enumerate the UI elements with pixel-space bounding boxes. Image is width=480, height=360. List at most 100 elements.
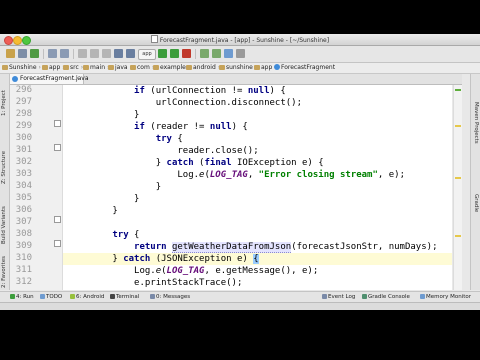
debug-icon[interactable] (170, 49, 179, 58)
breadcrumb-item[interactable]: main› (83, 63, 109, 73)
run-config-select[interactable]: app (138, 49, 156, 60)
line-number: 301 (15, 145, 32, 155)
line-number: 298 (15, 109, 32, 119)
code-line: if (urlConnection != null) { (134, 86, 286, 96)
help-icon[interactable] (236, 49, 245, 58)
structure-tool-tab[interactable]: Z: Structure (1, 151, 7, 184)
event-log-tool-button[interactable]: Event Log (322, 292, 355, 302)
gradle-tool-tab[interactable]: Gradle (473, 194, 479, 212)
folder-icon (254, 64, 260, 70)
code-line: try { (155, 134, 183, 144)
line-number: 299 (15, 121, 32, 131)
folder-icon (108, 64, 114, 70)
code-line: } catch (final IOException e) { (69, 158, 324, 168)
warning-marker[interactable] (455, 125, 461, 127)
folder-icon (130, 64, 136, 70)
line-number: 306 (15, 205, 32, 215)
android-icon (70, 293, 75, 299)
breadcrumb-item[interactable]: ForecastFragment (274, 63, 335, 73)
code-line: try { (112, 230, 140, 240)
breadcrumb-item[interactable]: src › (63, 63, 83, 73)
build-variants-tool-tab[interactable]: Build Variants (1, 206, 7, 244)
editor-tab-strip: ForecastFragment.java × (10, 74, 462, 85)
memory-monitor-icon (420, 293, 425, 299)
run-icon[interactable] (158, 49, 167, 58)
warning-marker[interactable] (455, 177, 461, 179)
save-all-icon[interactable] (18, 49, 27, 58)
toolbar-divider (73, 49, 74, 59)
messages-icon (150, 293, 155, 299)
breadcrumb-item[interactable]: java› (108, 63, 132, 73)
code-line: if (reader != null) { (134, 122, 248, 132)
status-bar (0, 302, 480, 310)
copy-icon[interactable] (90, 49, 99, 58)
cut-icon[interactable] (78, 49, 87, 58)
breadcrumb-item[interactable]: android› (186, 63, 220, 73)
code-line: reader.close(); (69, 146, 259, 156)
undo-icon[interactable] (48, 49, 57, 58)
breadcrumb-item[interactable]: app› (42, 63, 65, 73)
close-tab-icon[interactable]: × (75, 74, 80, 84)
sdk-manager-icon[interactable] (200, 49, 209, 58)
replace-icon[interactable] (126, 49, 135, 58)
line-number: 308 (15, 229, 32, 239)
toolbar-divider (195, 49, 196, 59)
android-monitor-icon[interactable] (224, 49, 233, 58)
favorites-tool-tab[interactable]: 2: Favorites (1, 256, 7, 288)
fold-marker[interactable] (54, 216, 61, 223)
fold-marker[interactable] (54, 240, 61, 247)
stop-icon[interactable] (182, 49, 191, 58)
terminal-tool-button[interactable]: Terminal (110, 292, 139, 302)
breadcrumb-item[interactable]: Sunshine › (2, 63, 41, 73)
folder-icon (186, 64, 192, 70)
todo-tool-button[interactable]: TODO (40, 292, 62, 302)
tool-window-bar: 4: Run TODO 6: Android Terminal 0: Messa… (0, 291, 480, 302)
sync-icon[interactable] (30, 49, 39, 58)
avd-manager-icon[interactable] (212, 49, 221, 58)
breadcrumb-item[interactable]: sunshine› (219, 63, 257, 73)
left-tool-rail: 1: Project Z: Structure Build Variants 2… (0, 74, 10, 290)
line-number: 311 (15, 265, 32, 275)
terminal-icon (110, 293, 115, 299)
folder-icon (153, 64, 159, 70)
project-tool-tab[interactable]: 1: Project (1, 90, 7, 116)
status-ok-icon (455, 89, 461, 91)
find-icon[interactable] (114, 49, 123, 58)
warning-marker[interactable] (455, 235, 461, 237)
folder-icon (83, 64, 89, 70)
fold-marker[interactable] (54, 144, 61, 151)
line-number: 309 (15, 241, 32, 251)
error-stripe-scrollbar[interactable] (453, 85, 462, 290)
line-number: 307 (15, 217, 32, 227)
maven-projects-tool-tab[interactable]: Maven Projects (473, 102, 479, 144)
main-toolbar: app (0, 46, 480, 63)
class-icon (12, 76, 18, 82)
gradle-console-tool-button[interactable]: Gradle Console (362, 292, 410, 302)
gradle-icon (362, 293, 367, 299)
code-line: } (69, 110, 140, 120)
android-tool-button[interactable]: 6: Android (70, 292, 104, 302)
run-tool-button[interactable]: 4: Run (10, 292, 34, 302)
line-number-gutter: 296 297 298 299 300 301 302 303 304 305 … (10, 85, 63, 290)
breadcrumb-item[interactable]: com› (130, 63, 154, 73)
code-editor[interactable]: if (urlConnection != null) { urlConnecti… (63, 85, 452, 290)
code-line: } catch (JSONException e) { (69, 254, 259, 264)
folder-icon (42, 64, 48, 70)
toolbar-divider (43, 49, 44, 59)
code-line: } (69, 182, 162, 192)
messages-tool-button[interactable]: 0: Messages (150, 292, 190, 302)
folder-icon (219, 64, 225, 70)
breadcrumb-item[interactable]: example› (153, 63, 190, 73)
fold-marker[interactable] (54, 120, 61, 127)
folder-icon (63, 64, 69, 70)
line-number: 302 (15, 157, 32, 167)
open-folder-icon[interactable] (6, 49, 15, 58)
line-number: 300 (15, 133, 32, 143)
tab-forecastfragment[interactable]: ForecastFragment.java × (10, 74, 89, 84)
todo-icon (40, 293, 45, 299)
folder-icon (2, 64, 8, 70)
redo-icon[interactable] (60, 49, 69, 58)
document-icon (150, 35, 158, 43)
memory-monitor-tool-button[interactable]: Memory Monitor (420, 292, 471, 302)
paste-icon[interactable] (102, 49, 111, 58)
